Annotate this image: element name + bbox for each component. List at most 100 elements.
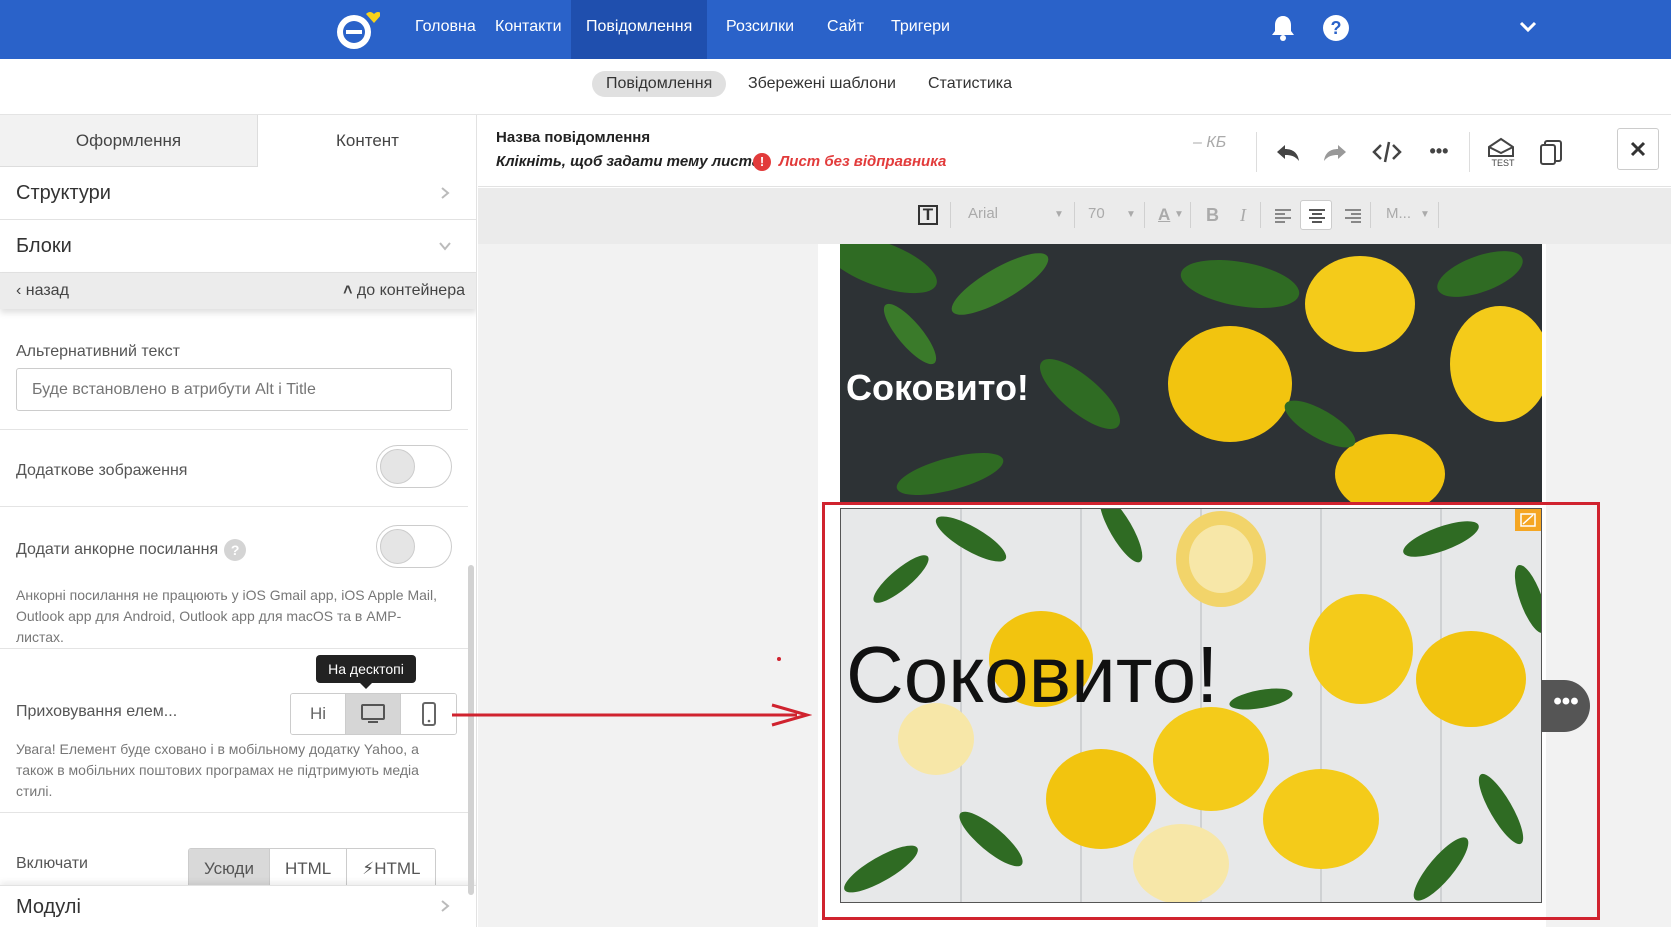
- hide-option-desktop[interactable]: [346, 694, 401, 734]
- lemon-image-dark[interactable]: Соковито!: [840, 244, 1542, 502]
- hide-option-mobile[interactable]: [401, 694, 456, 734]
- align-center-icon: [1309, 209, 1325, 223]
- modules-section[interactable]: Модулі: [0, 885, 476, 927]
- help-icon[interactable]: ?: [1323, 15, 1349, 41]
- close-button[interactable]: [1617, 128, 1659, 170]
- divider: [0, 648, 468, 649]
- chevron-left-icon: ‹: [16, 282, 26, 299]
- more-icon[interactable]: •••: [1424, 137, 1454, 167]
- bell-icon[interactable]: [1270, 14, 1296, 42]
- align-center-button[interactable]: [1300, 200, 1332, 230]
- sender-warning[interactable]: Лист без відправника: [779, 153, 946, 170]
- nav-item-triggers[interactable]: Тригери: [876, 0, 965, 59]
- divider: [950, 202, 951, 228]
- chevron-down-icon[interactable]: ▼: [1174, 209, 1184, 220]
- chevron-down-icon[interactable]: ▼: [1420, 209, 1430, 220]
- image1-text[interactable]: Соковито!: [846, 367, 1029, 409]
- divider: [1469, 132, 1470, 172]
- back-bar: ‹ назад ˄ до контейнера: [0, 273, 476, 309]
- divider: [1074, 202, 1075, 228]
- nav-item-site[interactable]: Сайт: [812, 0, 879, 59]
- settings-panel: Оформлення Контент Структури Блоки ‹ наз…: [0, 115, 477, 927]
- editor-header: Назва повідомлення Клікніть, щоб задати …: [478, 115, 1671, 187]
- nav-item-home[interactable]: Головна: [400, 0, 491, 59]
- chevron-down-icon[interactable]: ▼: [1126, 209, 1136, 220]
- toggle-knob: [380, 449, 415, 484]
- hide-element-note: Увага! Елемент буде сховано і в мобільно…: [16, 741, 419, 799]
- include-label: Включати: [16, 855, 88, 872]
- esputnik-logo-icon[interactable]: [336, 8, 380, 52]
- selection-highlight-frame: [822, 502, 1600, 920]
- hide-option-none[interactable]: Ні: [291, 694, 346, 734]
- test-send-icon[interactable]: TEST: [1486, 137, 1520, 168]
- mobile-icon: [421, 702, 436, 726]
- more-format-select[interactable]: M...: [1386, 205, 1411, 222]
- envelope-icon: [1488, 137, 1514, 157]
- sub-navigation: Повідомлення Збережені шаблони Статистик…: [0, 59, 1671, 115]
- chevron-down-icon[interactable]: ▼: [1054, 209, 1064, 220]
- tab-content[interactable]: Контент: [258, 115, 476, 167]
- text-color-icon[interactable]: A: [1158, 205, 1170, 225]
- question-icon[interactable]: ?: [224, 539, 247, 561]
- blocks-section[interactable]: Блоки: [0, 220, 476, 273]
- message-size: – КБ: [1193, 134, 1227, 151]
- alt-text-input[interactable]: [16, 368, 452, 411]
- divider: [1190, 202, 1191, 228]
- nav-item-messages[interactable]: Повідомлення: [571, 0, 708, 59]
- anchor-link-toggle[interactable]: [376, 525, 452, 568]
- structures-title: Структури: [16, 182, 111, 204]
- tooltip-desktop: На десктопі: [316, 655, 416, 689]
- include-option-everywhere[interactable]: Усюди: [189, 849, 270, 887]
- bold-icon[interactable]: B: [1206, 205, 1219, 226]
- red-dot-annotation: [777, 657, 781, 661]
- italic-icon[interactable]: I: [1240, 205, 1246, 226]
- align-right-icon[interactable]: [1344, 208, 1362, 224]
- chevron-up-icon: ˄: [343, 282, 357, 299]
- include-option-amp-html[interactable]: ⚡HTML: [347, 849, 436, 887]
- divider: [1144, 202, 1145, 228]
- align-left-icon[interactable]: [1274, 208, 1292, 224]
- subnav-statistics[interactable]: Статистика: [914, 71, 1026, 97]
- hide-element-options: Ні: [290, 693, 457, 735]
- chevron-right-icon: [441, 187, 450, 199]
- test-label: TEST: [1491, 158, 1515, 168]
- subject-hint[interactable]: Клікніть, щоб задати тему листа: [496, 153, 760, 170]
- blocks-title: Блоки: [16, 235, 72, 257]
- back-button[interactable]: ‹ назад: [16, 282, 69, 300]
- back-label: назад: [25, 282, 69, 299]
- tab-design[interactable]: Оформлення: [0, 115, 258, 167]
- more-format-label: M...: [1386, 205, 1411, 222]
- font-size-select[interactable]: 70: [1088, 205, 1105, 222]
- red-arrow-annotation: [452, 703, 812, 727]
- chevron-down-icon[interactable]: [1518, 20, 1538, 34]
- hide-element-label: Приховування елем...: [16, 703, 178, 720]
- copy-icon[interactable]: [1537, 137, 1567, 167]
- chevron-right-icon: [441, 900, 450, 912]
- modules-title: Модулі: [16, 896, 81, 918]
- to-container-button[interactable]: ˄ до контейнера: [343, 282, 465, 300]
- extra-image-toggle[interactable]: [376, 445, 452, 488]
- nav-item-contacts[interactable]: Контакти: [480, 0, 577, 59]
- font-size-value: 70: [1088, 205, 1105, 222]
- code-icon[interactable]: [1372, 137, 1402, 167]
- structures-section[interactable]: Структури: [0, 167, 476, 220]
- chevron-down-icon: [439, 242, 451, 251]
- font-family-select[interactable]: Arial: [968, 205, 998, 222]
- top-navigation: Головна Контакти Повідомлення Розсилки С…: [0, 0, 1671, 59]
- subnav-messages[interactable]: Повідомлення: [592, 71, 727, 97]
- amp-html-label: HTML: [374, 859, 421, 878]
- alt-text-label: Альтернативний текст: [16, 343, 180, 360]
- desktop-icon: [361, 704, 385, 723]
- subnav-saved-templates[interactable]: Збережені шаблони: [734, 71, 910, 97]
- panel-scrollbar[interactable]: [468, 565, 474, 895]
- font-family-value: Arial: [968, 205, 999, 222]
- toggle-knob: [380, 529, 415, 564]
- undo-icon[interactable]: [1273, 137, 1303, 167]
- nav-item-campaigns[interactable]: Розсилки: [711, 0, 809, 59]
- include-option-html[interactable]: HTML: [269, 849, 348, 887]
- to-container-label: до контейнера: [356, 282, 465, 299]
- message-name[interactable]: Назва повідомлення: [496, 129, 650, 146]
- close-icon: [1630, 141, 1646, 157]
- text-block-icon[interactable]: T: [918, 205, 938, 225]
- redo-icon[interactable]: [1320, 137, 1350, 167]
